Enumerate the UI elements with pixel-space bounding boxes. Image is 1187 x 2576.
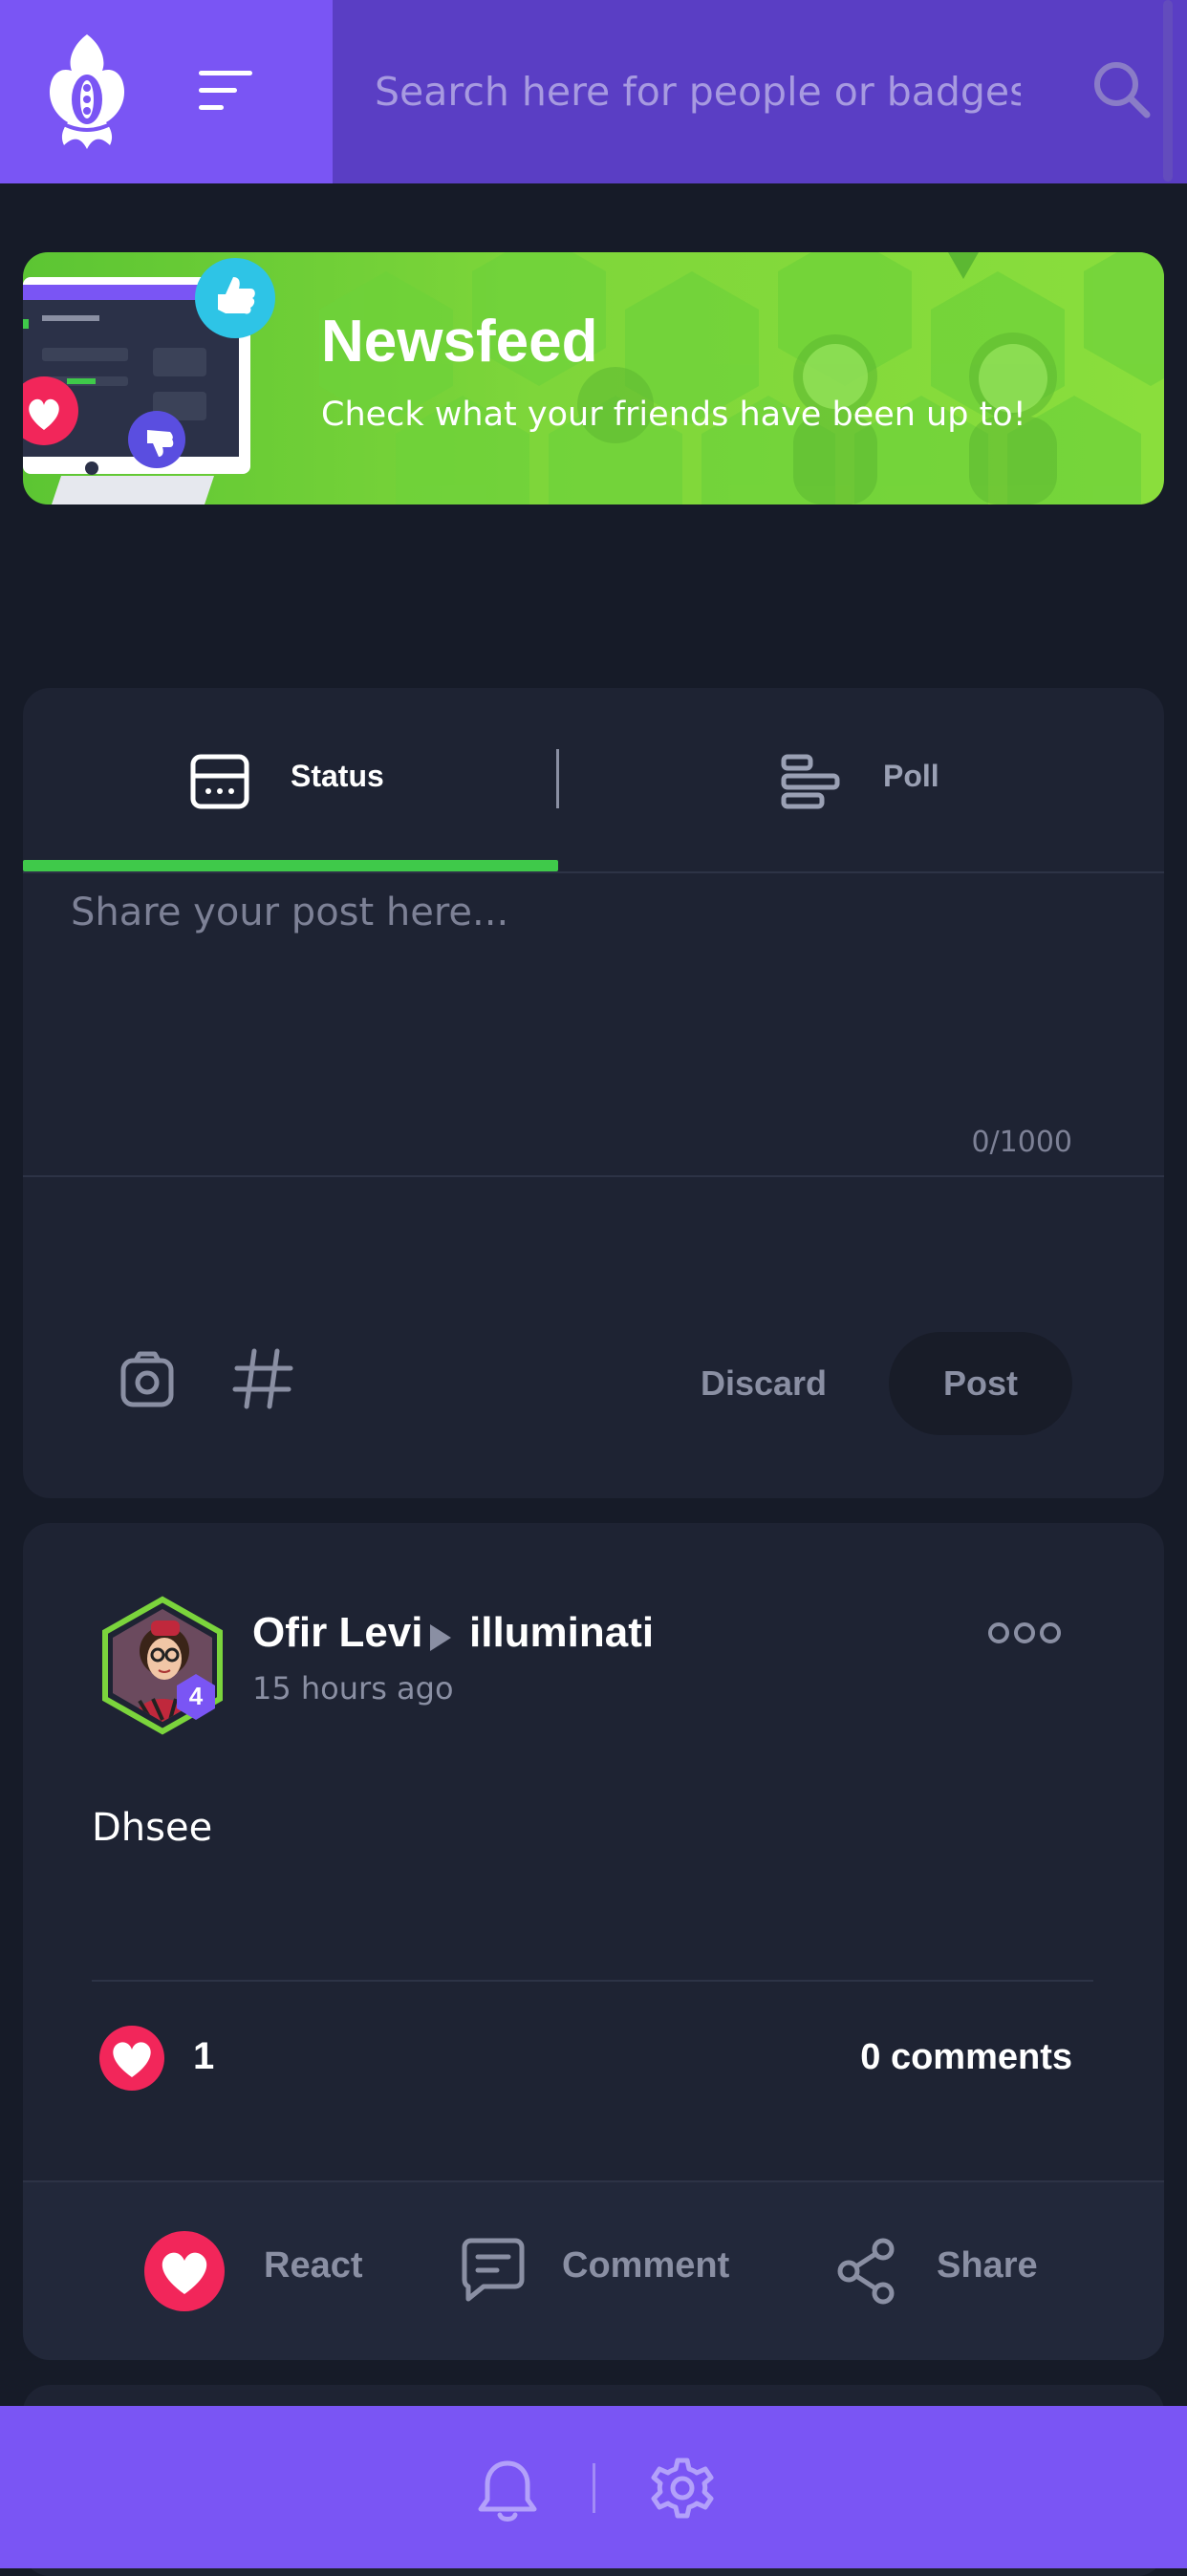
react-button[interactable]: React <box>143 2182 411 2360</box>
status-card-icon <box>190 754 249 809</box>
dot-icon <box>1040 1622 1061 1643</box>
settings-gear-icon[interactable] <box>648 2454 717 2522</box>
comment-button[interactable]: Comment <box>459 2182 765 2360</box>
menu-line-icon <box>199 71 252 75</box>
post-composer: Status Poll 0/1000 Discard Post <box>23 688 1164 1498</box>
logo-area <box>0 0 333 183</box>
banner-title: Newsfeed <box>321 309 598 375</box>
caret-right-icon <box>430 1624 451 1651</box>
share-button[interactable]: Share <box>835 2182 1065 2360</box>
menu-line-icon <box>199 88 237 93</box>
comments-count[interactable]: 0 comments <box>860 2037 1072 2078</box>
react-label: React <box>264 2245 363 2286</box>
author-name[interactable]: Ofir Levi <box>252 1609 423 1657</box>
divider <box>92 1980 1093 1982</box>
level-badge: 4 <box>189 1682 204 1710</box>
dot-icon <box>1014 1622 1035 1643</box>
bottom-navigation-bar <box>0 2406 1187 2568</box>
app-logo-icon[interactable] <box>43 32 131 151</box>
more-options-button[interactable] <box>988 1622 1061 1645</box>
menu-line-icon <box>199 105 224 110</box>
post-button[interactable]: Post <box>889 1332 1072 1435</box>
share-icon <box>837 2238 895 2305</box>
post-body: Dhsee <box>92 1806 213 1850</box>
camera-icon[interactable] <box>119 1351 176 1408</box>
reaction-count[interactable]: 1 <box>193 2035 214 2078</box>
comment-bubble-icon <box>462 2238 525 2302</box>
heart-icon <box>144 2231 225 2311</box>
character-counter: 0/1000 <box>971 1126 1072 1159</box>
top-header <box>0 0 1187 183</box>
group-name[interactable]: illuminati <box>469 1609 654 1657</box>
bottom-divider <box>593 2463 595 2513</box>
menu-button[interactable] <box>199 67 252 115</box>
post-timestamp: 15 hours ago <box>252 1670 454 1707</box>
post-text-input[interactable] <box>69 889 1120 1118</box>
search-area <box>333 0 1187 183</box>
banner-subtitle: Check what your friends have been up to! <box>321 396 1026 434</box>
heart-reaction-icon[interactable] <box>97 2024 166 2093</box>
tab-poll-label: Poll <box>883 759 939 793</box>
poll-bars-icon <box>781 754 840 809</box>
search-input[interactable] <box>373 54 1023 130</box>
avatar[interactable]: 4 <box>96 1596 229 1739</box>
comment-label: Comment <box>562 2245 730 2286</box>
divider <box>23 1175 1164 1177</box>
post-actions-bar: React Comment Share <box>23 2180 1164 2360</box>
tab-status[interactable]: Status <box>23 688 558 873</box>
search-icon[interactable] <box>1088 55 1156 124</box>
monitor-reactions-illustration <box>23 258 275 504</box>
tab-poll[interactable]: Poll <box>568 688 1103 873</box>
composer-tabs: Status Poll <box>23 688 1164 873</box>
tab-divider <box>556 749 559 808</box>
active-tab-indicator <box>23 860 558 871</box>
feed-post-card: 4 Ofir Levi illuminati 15 hours ago Dhse… <box>23 1523 1164 2360</box>
newsfeed-banner: Newsfeed Check what your friends have be… <box>23 252 1164 504</box>
share-label: Share <box>937 2245 1038 2286</box>
discard-button[interactable]: Discard <box>673 1357 854 1410</box>
notification-bell-icon[interactable] <box>474 2458 541 2524</box>
hashtag-icon[interactable] <box>231 1347 294 1410</box>
scrollbar-thumb[interactable] <box>1163 0 1173 182</box>
dot-icon <box>988 1622 1009 1643</box>
tab-status-label: Status <box>291 759 384 793</box>
